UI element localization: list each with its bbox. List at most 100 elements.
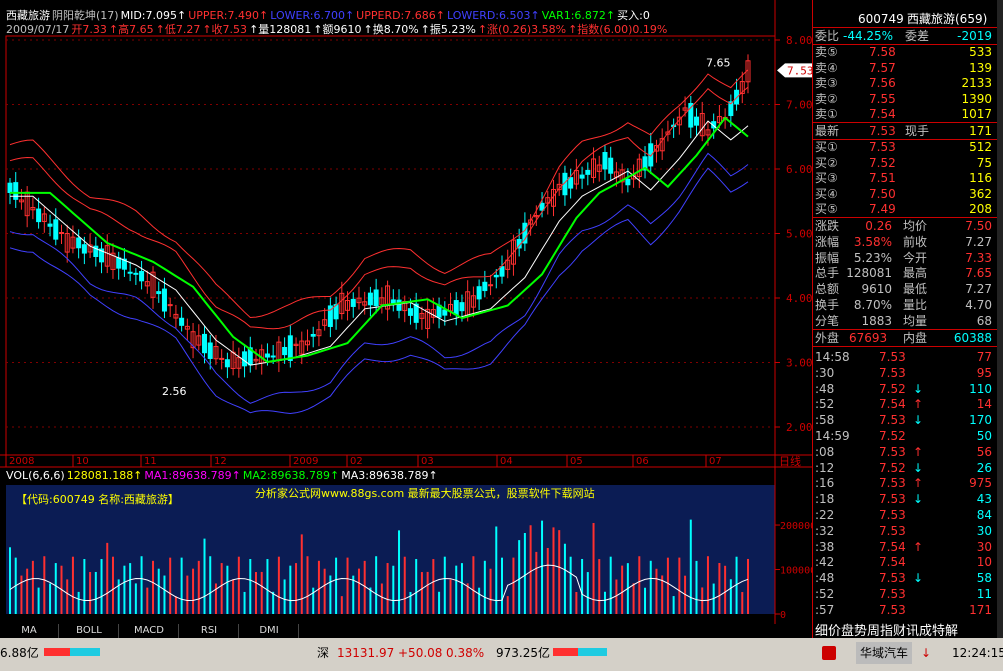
bid-price: 7.50 <box>869 186 896 201</box>
ohlc-header: 2009/07/17 开7.33 ↑高7.65 ↑低7.27 ↑收7.53 ↑量12808… <box>6 23 669 37</box>
tick-price: 7.54 <box>879 539 906 554</box>
indicator-tab-macd[interactable]: MACD <box>120 624 179 638</box>
quote-tabs[interactable]: 细价盘势周指财讯成特解 <box>815 620 958 639</box>
ask-price: 7.54 <box>869 107 896 121</box>
high-annotation: 7.65 <box>706 57 731 70</box>
tick-row: :22 7.53 84 <box>813 507 998 523</box>
stat-row: 总额 9610 最低 7.27 <box>813 281 998 297</box>
indicator-value: 西藏旅游 <box>6 9 50 22</box>
stat-value: 4.70 <box>965 298 992 312</box>
low-annotation: 2.56 <box>162 385 187 398</box>
price-axis-label: 6.00 <box>786 163 812 176</box>
bid-volume: 116 <box>969 171 992 185</box>
tick-price: 7.53 <box>879 444 906 459</box>
candle-body <box>493 274 499 278</box>
time-axis-label: 04 <box>500 456 513 467</box>
kline-chart[interactable]: 8.00 7.00 6.00 5.00 4.00 3.00 2.00 7.53 2008 10 11… <box>0 0 812 624</box>
candle-body <box>264 353 270 358</box>
ohlc-value: ↑振5.23% <box>420 23 476 36</box>
stat-value: 8.70% <box>853 298 892 312</box>
tick-time: :42 <box>815 555 835 570</box>
candle-body <box>219 357 225 360</box>
outer-volume-value: 67693 <box>849 331 888 345</box>
volume-header: VOL(6,6,6) 128081.188↑ MA1:89638.789↑ MA2:8… <box>6 469 440 483</box>
lower-band-line <box>9 152 749 404</box>
stat-label: 量比 <box>903 298 928 312</box>
tick-volume: 95 <box>976 365 992 380</box>
stat-label: 总手 <box>815 266 840 281</box>
tick-direction-icon: ↑ <box>913 444 924 459</box>
shenzhen-index: 13131.97 <box>337 646 395 660</box>
candle-body <box>287 335 293 361</box>
candle-body <box>116 257 122 269</box>
tick-time: :08 <box>815 444 835 459</box>
tick-time: :57 <box>815 602 835 617</box>
market-bar-down <box>70 648 100 656</box>
tick-time: :38 <box>815 539 835 554</box>
ohlc-value: ↑低7.27 <box>155 23 201 36</box>
candle-body <box>499 266 505 277</box>
tick-time: :12 <box>815 460 835 475</box>
stat-label: 换手 <box>815 298 840 312</box>
upper-band-line <box>9 86 749 330</box>
ask-label: 卖② <box>815 91 838 106</box>
shenzhen-amount: 973.25亿 <box>496 646 550 660</box>
vertical-scrollbar[interactable] <box>997 0 1003 638</box>
stock-code: 600749 <box>858 12 904 26</box>
candlestick-group <box>7 54 751 379</box>
indicator-value: LOWER:6.700↑ <box>270 9 355 22</box>
tick-price: 7.54 <box>879 555 906 570</box>
ticker-name[interactable]: 华域汽车 <box>856 642 913 664</box>
stat-row: 总手 128081 最高 7.65 <box>813 265 998 281</box>
tick-row: :38 7.54 ↑ 30 <box>813 539 998 555</box>
time-axis-label: 2009 <box>293 456 318 467</box>
ask-label: 卖⑤ <box>815 45 838 59</box>
hand-value: 171 <box>969 124 992 138</box>
ohlc-value: ↑高7.65 <box>108 23 154 36</box>
ohlc-value: ↑量128081 <box>249 23 312 36</box>
tick-price: 7.52 <box>879 429 906 443</box>
ohlc-value: 2009/07/17 <box>6 23 70 36</box>
tick-row: :32 7.53 30 <box>813 523 998 539</box>
stock-code-label: 【代码:600749 名称:西藏旅游】 <box>16 493 179 506</box>
candle-body <box>7 182 13 193</box>
tick-volume: 77 <box>976 350 992 364</box>
volume-axis-label: 0 <box>780 610 786 621</box>
period-label: 日线 <box>779 454 801 468</box>
alert-icon[interactable] <box>822 646 836 660</box>
stat-value: 7.27 <box>965 234 992 249</box>
indicator-value: UPPERD:7.686↑ <box>356 9 445 22</box>
bid-label: 买② <box>815 155 838 170</box>
tick-time: 14:59 <box>815 429 850 443</box>
tick-price: 7.52 <box>879 460 906 475</box>
candle-body <box>568 177 574 189</box>
tick-row: :18 7.53 ↓ 43 <box>813 491 998 507</box>
bid-volume: 75 <box>976 155 992 170</box>
indicator-tab-ma[interactable]: MA <box>0 624 59 638</box>
indicator-value: VAR1:6.872↑ <box>541 9 616 22</box>
indicator-tab-dmi[interactable]: DMI <box>240 624 299 638</box>
tick-volume: 30 <box>976 539 992 554</box>
indicator-value: 阴阳乾坤(17) <box>52 9 119 22</box>
indicator-tabs: MA BOLL MACD RSI DMI <box>0 624 812 638</box>
tick-volume: 43 <box>976 492 992 507</box>
scroll-arrow-icon[interactable]: ↓ <box>921 642 931 664</box>
ask-price: 7.57 <box>869 60 896 75</box>
price-axis-label: 5.00 <box>786 228 812 241</box>
candle-body <box>459 302 465 312</box>
tick-row: :08 7.53 ↑ 56 <box>813 444 998 460</box>
indicator-value: 买入:0 <box>617 9 650 22</box>
stat-label: 涨幅 <box>815 234 840 249</box>
indicator-tab-boll[interactable]: BOLL <box>60 624 119 638</box>
tick-row: :52 7.54 ↑ 14 <box>813 396 998 412</box>
bid-row: 买① 7.53 512 <box>813 139 998 155</box>
shenzhen-label: 深 <box>317 646 330 660</box>
candle-body <box>139 271 145 282</box>
promo-banner: 分析家公式网www.88gs.com 最新最大股票公式，股票软件下载网站 <box>255 487 595 500</box>
indicator-tab-rsi[interactable]: RSI <box>180 624 239 638</box>
stat-value: 5.23% <box>853 250 892 265</box>
volume-axis-label: 100000 <box>780 566 812 577</box>
inner-volume-value: 60388 <box>953 331 992 345</box>
candle-body <box>373 289 379 307</box>
tick-volume: 14 <box>976 397 992 412</box>
